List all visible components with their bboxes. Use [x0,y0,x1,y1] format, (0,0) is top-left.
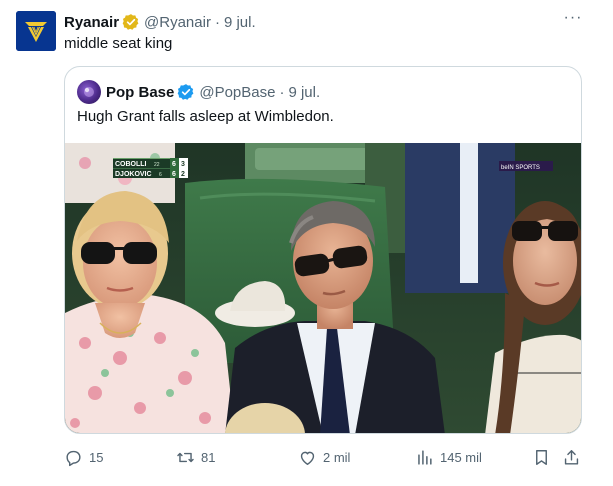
quoted-header: Pop Base @PopBase · 9 jul. [106,80,320,104]
scoreboard-seed2: 6 [159,172,162,178]
repost-button[interactable]: 81 [176,445,215,469]
reply-icon [66,450,81,466]
tweet[interactable]: Ryanair @Ryanair · 9 jul. ··· middle sea… [0,0,613,486]
tweet-text: middle seat king [64,35,173,52]
scoreboard-player1: COBOLLI [115,161,147,168]
views-count: 145 mil [440,449,482,465]
heart-icon [300,451,315,465]
more-options-icon: ··· [563,9,583,26]
analytics-bars-icon [418,449,432,465]
more-options-button[interactable]: ··· [562,9,584,32]
author-name[interactable]: Ryanair [64,14,119,31]
tweet-timestamp[interactable]: 9 jul. [224,14,256,31]
share-button[interactable] [562,445,581,469]
repost-count: 81 [201,449,216,465]
ryanair-avatar[interactable] [16,11,56,51]
share-icon [564,449,579,465]
like-button[interactable]: 2 mil [298,445,350,469]
quoted-timestamp[interactable]: 9 jul. [288,84,320,101]
scoreboard-seed1: 22 [154,162,160,168]
bookmark-button[interactable] [532,445,551,469]
scoreboard-games-p1: 3 [181,161,185,168]
scoreboard-overlay: COBOLLI 22 6 3 DJOKOVIC 6 6 2 [113,158,188,178]
verified-gold-badge-icon[interactable] [122,13,140,31]
like-count: 2 mil [323,449,351,465]
tweet-actions: 15 81 2 mil 145 mil [64,445,584,469]
quoted-separator-dot: · [279,83,285,101]
author-handle[interactable]: @Ryanair [144,14,211,31]
wimbledon-crowd-photo: COBOLLI 22 6 3 DJOKOVIC 6 6 2 beIN SPORT… [65,143,581,433]
bookmark-icon [536,449,547,465]
verified-blue-badge-icon[interactable] [177,83,195,101]
separator-dot: · [214,13,220,31]
quoted-tweet[interactable]: Pop Base @PopBase · 9 jul. Hugh Grant fa… [64,66,582,434]
quoted-author-name[interactable]: Pop Base [106,84,174,101]
views-button[interactable]: 145 mil [415,445,482,469]
quoted-tweet-text: Hugh Grant falls asleep at Wimbledon. [77,108,334,125]
scoreboard-games-p2: 2 [181,171,185,178]
quoted-media-photo[interactable]: COBOLLI 22 6 3 DJOKOVIC 6 6 2 beIN SPORT… [65,143,581,433]
broadcast-badge: beIN SPORTS [499,161,553,171]
popbase-logo-icon [84,87,94,97]
scoreboard-set1-p2: 6 [172,171,176,178]
tweet-header: Ryanair @Ryanair · 9 jul. [64,12,256,32]
repost-icon [177,452,194,462]
broadcast-badge-text: beIN SPORTS [501,165,540,171]
popbase-avatar[interactable] [77,80,101,104]
ryanair-harp-logo-icon [16,11,56,51]
reply-count: 15 [89,449,104,465]
quoted-author-handle[interactable]: @PopBase [199,84,275,101]
scoreboard-player2: DJOKOVIC [115,171,152,178]
reply-button[interactable]: 15 [64,445,103,469]
scoreboard-set1-p1: 6 [172,161,176,168]
